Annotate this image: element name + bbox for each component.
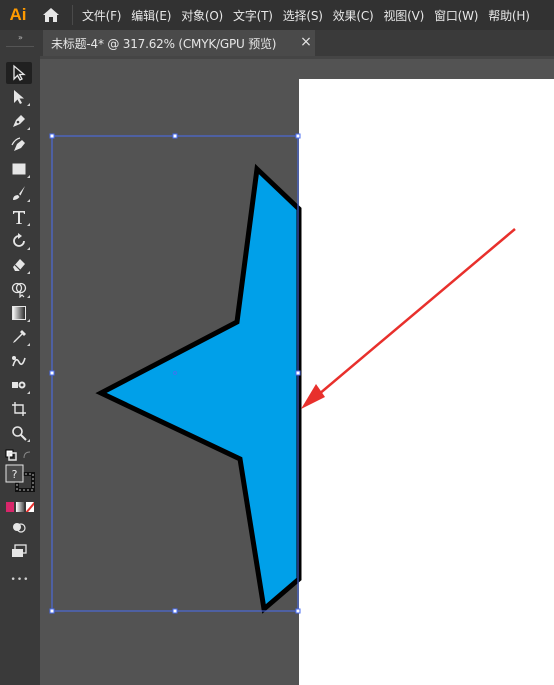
selection-tool[interactable] [6,62,32,84]
document-tab-title: 未标题-4* @ 317.62% (CMYK/GPU 预览) [51,36,277,51]
pen-icon [13,115,25,127]
color-mode-button[interactable] [6,502,14,512]
screen-mode-tool[interactable] [6,540,32,562]
gradient-mode-button[interactable] [16,502,24,512]
star-shape [95,163,302,614]
zoom-magnifier-icon [12,426,27,441]
blend-icon [12,356,26,367]
menu-items: 文件(F) 编辑(E) 对象(O) 文字(T) 选择(S) 效果(C) 视图(V… [77,7,535,24]
direct-selection-icon [14,90,24,104]
curvature-pen-icon [11,137,25,151]
default-colors-icon [5,449,17,461]
tools-panel: » ? ••• [0,30,40,685]
document-tab[interactable]: 未标题-4* @ 317.62% (CMYK/GPU 预览) × [43,30,315,56]
eraser-icon [13,259,25,271]
draw-mode-tool[interactable] [6,516,32,538]
shape-builder-tool[interactable] [6,278,32,300]
close-icon[interactable]: × [299,35,313,49]
artboard-icon [12,402,26,416]
color-mode-buttons [6,502,36,514]
menu-separator [72,5,73,25]
type-tool[interactable] [6,206,32,228]
zoom-tool[interactable] [6,422,32,444]
menu-select[interactable]: 选择(S) [278,7,328,24]
artboard-tool[interactable] [6,398,32,420]
draw-mode-icon [13,523,26,533]
eraser-tool[interactable] [6,254,32,276]
gradient-tool[interactable] [6,302,32,324]
svg-text:?: ? [12,468,18,481]
menu-effect[interactable]: 效果(C) [328,7,379,24]
menu-view[interactable]: 视图(V) [378,7,429,24]
toolbar-divider [6,46,34,47]
menu-help[interactable]: 帮助(H) [483,7,534,24]
rotate-tool[interactable] [6,230,32,252]
menu-file[interactable]: 文件(F) [77,7,126,24]
shape-builder-icon [11,282,27,298]
pen-tool[interactable] [6,110,32,132]
symbol-sprayer-icon [12,381,26,389]
blend-tool[interactable] [6,350,32,372]
menu-edit[interactable]: 编辑(E) [126,7,176,24]
home-icon[interactable] [36,0,66,30]
toolbar-collapse-grip[interactable]: » [0,30,40,44]
default-fill-stroke-area [4,447,36,461]
rectangle-tool[interactable] [6,158,32,180]
menu-type[interactable]: 文字(T) [228,7,278,24]
eyedropper-icon [13,330,26,343]
selection-arrow-icon [13,64,26,81]
paintbrush-tool[interactable] [6,182,32,204]
curvature-tool[interactable] [6,134,32,156]
eyedropper-tool[interactable] [6,326,32,348]
rectangle-icon [12,163,26,175]
screen-mode-icon [12,544,27,557]
gradient-icon [12,306,26,320]
symbol-sprayer-tool[interactable] [6,374,32,396]
rotate-icon [13,233,25,247]
app-logo: Ai [9,5,27,24]
type-t-icon [13,211,25,224]
document-canvas[interactable] [40,59,554,685]
edit-toolbar-more-button[interactable]: ••• [0,575,40,585]
none-mode-button[interactable] [26,502,34,512]
menu-object[interactable]: 对象(O) [176,7,228,24]
paintbrush-icon [13,186,25,200]
fill-stroke-swatches[interactable]: ? [4,464,36,494]
menu-window[interactable]: 窗口(W) [429,7,483,24]
swap-arrows-icon [23,451,31,459]
direct-selection-tool[interactable] [6,86,32,108]
document-tab-bar: 未标题-4* @ 317.62% (CMYK/GPU 预览) × [40,30,554,56]
artboard [299,79,554,685]
menu-bar: Ai 文件(F) 编辑(E) 对象(O) 文字(T) 选择(S) 效果(C) 视… [0,0,554,30]
